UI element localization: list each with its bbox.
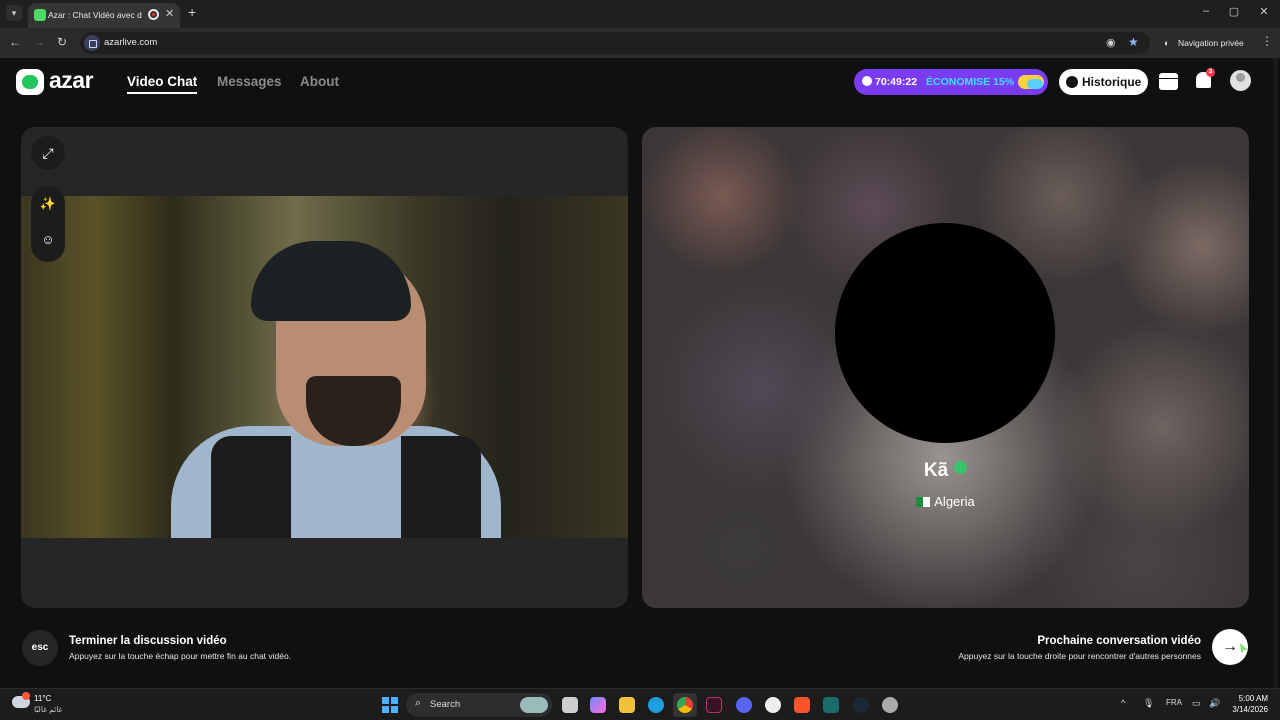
effects-toolbar: ✨ ☺ [31, 186, 65, 262]
cam-figure-cap [251, 241, 411, 321]
notification-badge: 3 [1206, 68, 1215, 77]
timer-icon [862, 76, 872, 86]
site-info-icon[interactable] [84, 35, 100, 51]
incognito-label: Navigation privée [1178, 38, 1244, 48]
incognito-indicator[interactable]: ◐ Navigation privée [1158, 32, 1250, 54]
verified-icon [954, 461, 968, 474]
chrome-icon[interactable] [677, 697, 693, 713]
obs-icon[interactable] [765, 697, 781, 713]
address-bar[interactable]: azarlive.com ◉ ★ [80, 32, 1150, 54]
promo-time: 70:49:22 [875, 76, 918, 88]
remote-video-panel: Kã Algeria [642, 127, 1249, 608]
browser-tab-azar[interactable]: Azar : Chat Vidéo avec de n ✕ [28, 3, 180, 28]
fullscreen-expand-icon[interactable]: ⤢ [31, 136, 65, 170]
copilot-icon[interactable] [590, 697, 606, 713]
next-chat-title: Prochaine conversation vidéo [1037, 635, 1201, 647]
edge-icon[interactable] [648, 697, 664, 713]
browser-menu-icon[interactable]: ⋮ [1261, 34, 1273, 48]
taskbar-date[interactable]: 3/14/2026 [1226, 705, 1268, 714]
volume-icon[interactable]: 🔊 [1209, 698, 1220, 709]
magic-wand-icon[interactable]: ✨ [31, 196, 65, 212]
nav-messages[interactable]: Messages [217, 74, 282, 89]
url-text: azarlive.com [104, 37, 158, 48]
forward-icon[interactable]: → [33, 35, 45, 49]
algeria-flag-icon [916, 497, 931, 507]
cam-figure-vest-left [211, 436, 291, 538]
tab-close-button[interactable]: ✕ [165, 7, 174, 20]
history-button[interactable]: Historique [1059, 69, 1148, 95]
app-icon-11[interactable] [882, 697, 898, 713]
end-chat-button[interactable]: esc [22, 630, 58, 666]
browser-tab-bar: ▾ Azar : Chat Vidéo avec de n ✕ + – ▢ ✕ [0, 0, 1280, 28]
steam-icon[interactable] [853, 697, 869, 713]
tray-overflow-icon[interactable]: ^ [1121, 698, 1125, 708]
reload-icon[interactable]: ↻ [57, 35, 67, 49]
discord-icon[interactable] [736, 697, 752, 713]
promo-timer-button[interactable]: 70:49:22 ÉCONOMISE 15% [854, 69, 1048, 95]
local-video-panel: ⤢ ✨ ☺ [21, 127, 628, 608]
input-language[interactable]: FRA [1166, 698, 1182, 707]
peer-name: Kã [923, 460, 949, 481]
search-icon: ⌕ [415, 697, 422, 709]
windows-taskbar: 11°C غائم غالبًا ⌕ Search ^ 🎙 FRA ▭ 🔊 5:… [0, 688, 1280, 720]
search-placeholder: Search [430, 699, 461, 710]
brave-icon[interactable] [794, 697, 810, 713]
microphone-icon[interactable]: 🎙 [1143, 698, 1154, 709]
search-highlight-icon [520, 697, 548, 713]
logo-text[interactable]: azar [49, 67, 94, 94]
peer-avatar [835, 223, 1055, 443]
face-filter-icon[interactable]: ☺ [31, 232, 65, 247]
profile-avatar[interactable] [1230, 70, 1251, 91]
tab-title: Azar : Chat Vidéo avec de n [48, 10, 142, 20]
promo-discount: ÉCONOMISE 15% [926, 76, 1015, 88]
network-icon[interactable]: ▭ [1192, 698, 1201, 709]
azar-logo-icon[interactable] [16, 69, 44, 95]
shop-box-icon[interactable] [1159, 73, 1178, 90]
browser-toolbar: ← → ↻ azarlive.com ◉ ★ ◐ Navigation priv… [0, 28, 1280, 58]
gems-icon [1018, 75, 1044, 89]
next-chat-subtitle: Appuyez sur la touche droite pour rencon… [958, 651, 1201, 661]
azar-app: azar Video Chat Messages About 70:49:22 … [0, 58, 1280, 688]
weather-condition: غائم غالبًا [34, 705, 63, 714]
bookmark-star-icon[interactable]: ★ [1128, 35, 1139, 49]
incognito-icon: ◐ [1164, 38, 1170, 48]
nav-about[interactable]: About [300, 74, 339, 89]
file-explorer-icon[interactable] [619, 697, 635, 713]
cam-figure-vest-right [401, 436, 481, 538]
page-scrollbar[interactable] [1273, 58, 1278, 688]
close-window-button[interactable]: ✕ [1254, 5, 1274, 18]
peer-country-row: Algeria [642, 494, 1249, 509]
task-view-icon[interactable] [562, 697, 578, 713]
end-chat-subtitle: Appuyez sur la touche échap pour mettre … [69, 651, 292, 661]
maximize-button[interactable]: ▢ [1224, 5, 1244, 18]
weather-temperature[interactable]: 11°C [34, 694, 51, 703]
history-clock-icon [1066, 76, 1078, 88]
app-icon-9[interactable] [823, 697, 839, 713]
end-chat-title: Terminer la discussion vidéo [69, 635, 227, 647]
back-icon[interactable]: ← [9, 35, 21, 49]
peer-name-row: Kã [642, 460, 1249, 482]
azar-favicon-icon [34, 9, 46, 21]
minimize-button[interactable]: – [1196, 5, 1216, 17]
nav-video-chat[interactable]: Video Chat [127, 74, 198, 94]
media-app-icon[interactable] [706, 697, 722, 713]
peer-country: Algeria [934, 494, 975, 509]
windows-start-icon[interactable] [382, 697, 398, 713]
taskbar-search[interactable]: ⌕ Search [406, 693, 552, 717]
recording-icon [148, 9, 159, 20]
taskbar-time[interactable]: 5:00 AM [1236, 694, 1268, 703]
history-label: Historique [1082, 75, 1142, 89]
new-tab-button[interactable]: + [188, 4, 196, 20]
tab-search-button[interactable]: ▾ [6, 5, 22, 21]
weather-alert-badge [22, 692, 30, 700]
webcam-feed [21, 196, 628, 538]
tracking-protection-icon[interactable]: ◉ [1106, 36, 1116, 49]
